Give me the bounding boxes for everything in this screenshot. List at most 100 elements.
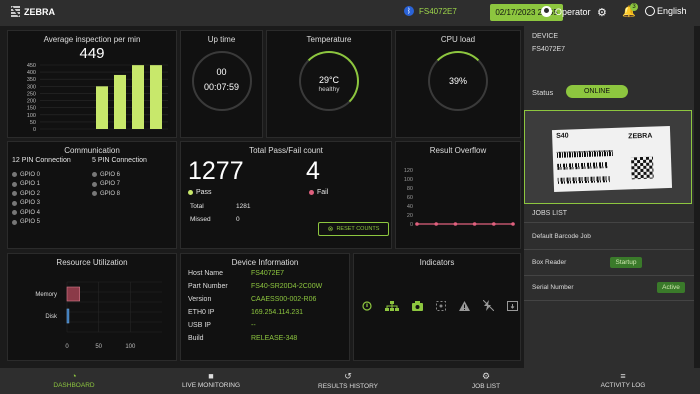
gpio-status-dot [12,181,17,187]
gpio-item: GPIO 0 [12,170,40,180]
flash-icon [483,300,494,311]
gpio-status-dot [92,172,97,178]
pass-count: 1277 [188,157,244,185]
operator-menu[interactable]: Operator [541,6,591,17]
pin12-title: 12 PIN Connection [12,157,71,164]
fail-label: Fail [317,189,329,196]
camera-icon [412,300,423,311]
nav-live-monitoring-label: LIVE MONITORING [181,382,241,389]
overflow-ytick: 40 [407,204,413,210]
nav-live-monitoring[interactable]: ■ LIVE MONITORING [161,371,261,389]
resources-category-label: Disk [45,314,58,320]
temperature-value: 29°C [318,75,340,85]
nav-dashboard[interactable]: ◔ DASHBOARD [24,371,124,389]
label-model-text: S40 [556,132,569,140]
indicator-icons [362,300,518,311]
notification-badge: 3 [630,3,638,11]
overflow-point [434,222,438,226]
device-info-value: FS40-SR20D4-2C00W [251,283,323,290]
operator-label: Operator [555,6,591,17]
gpio-label: GPIO 0 [20,171,41,178]
cpu-panel: CPU load 39% [395,30,521,138]
nav-job-list-label: JOB LIST [471,383,501,390]
gpio-label: GPIO 8 [100,190,121,197]
device-info-key: Host Name [188,270,224,277]
nav-activity-log[interactable]: ≡ ACTIVITY LOG [573,371,673,389]
inspection-bar [132,65,144,129]
inspection-bar [114,74,126,129]
logo-text: ZEBRA [24,6,55,17]
list-icon: ≡ [620,371,626,381]
job-default-barcode[interactable]: Default Barcode Job [532,233,591,240]
fail-legend: Fail [309,189,328,196]
reset-icon: ⊗ [327,226,334,233]
gpio-label: GPIO 3 [20,200,41,207]
inspection-title: Average inspection per min [43,35,141,44]
inspection-ytick: 50 [30,120,36,126]
device-info-value: 169.254.114.231 [251,309,304,316]
communication-title: Communication [64,146,120,155]
inspection-ytick: 150 [27,106,36,112]
gpio-item: GPIO 3 [12,199,40,209]
overflow-ytick: 100 [404,177,413,183]
jobs-list-title: JOBS LIST [532,210,568,217]
resources-panel: Resource Utilization 0 50 100 Memory Disk [7,253,177,361]
box-reader-tag: Startup [610,257,642,268]
overflow-ytick: 60 [407,195,413,201]
language-label: English [657,6,687,16]
header-serial: FS4072E7 [419,6,457,16]
device-camera-preview[interactable]: S40 ZEBRA [524,110,692,204]
uptime-title: Up time [207,35,236,44]
inspection-ytick: 300 [27,84,36,90]
box-label-image: S40 ZEBRA [551,125,673,193]
warning-icon [459,300,470,311]
inspection-bar-chart: 450400350300250 200150100500 [27,63,168,133]
zebra-logo-icon [11,6,20,17]
overflow-point [472,222,477,226]
inspection-ytick: 400 [27,70,36,76]
inspection-ytick: 0 [33,127,36,133]
gpio-status-dot [12,200,17,206]
label-barcode-2 [557,162,608,170]
gpio-label: GPIO 5 [20,219,41,226]
uptime-line1: 00 [216,67,227,77]
device-label: DEVICE [532,33,559,40]
missed-value: 0 [236,216,240,223]
reset-counts-button[interactable]: ⊗ RESET COUNTS [318,222,389,236]
inspection-ytick: 250 [27,91,36,97]
box-reader-label[interactable]: Box Reader [532,259,566,266]
resources-xtick: 0 [65,344,69,350]
gpio-item: GPIO 7 [92,180,120,190]
serial-number-label[interactable]: Serial Number [532,284,574,291]
resources-xtick: 50 [95,344,102,350]
video-icon: ■ [208,371,214,381]
jobs-divider-1 [524,249,694,250]
inspection-bar [150,65,162,129]
inspection-bar [96,86,108,129]
label-qr-code [630,156,654,180]
device-info-value: FS4072E7 [251,270,285,277]
nav-results-history[interactable]: ↺ RESULTS HISTORY [298,371,398,390]
gpio-item: GPIO 5 [12,218,40,228]
passfail-panel: Total Pass/Fail count 1277 4 Pass Fail T… [180,141,392,249]
uptime-line2: 00:07:59 [203,82,240,92]
nav-job-list[interactable]: ⚙ JOB LIST [436,371,536,390]
user-icon [541,6,552,17]
bluetooth-icon[interactable]: ᛒ [404,6,414,16]
gear-icon: ⚙ [481,371,491,381]
jobs-divider-3 [524,300,694,301]
resources-bar [66,308,70,324]
fail-dot [309,190,314,195]
gpio-item: GPIO 1 [12,180,40,190]
language-selector[interactable]: English [645,6,687,16]
settings-gear-icon[interactable]: ⚙ [597,6,607,19]
label-barcode-3 [557,176,610,184]
gpio-status-dot [12,191,17,197]
device-info-key: USB IP [188,322,211,329]
uptime-ring [192,51,252,111]
gpio-item: GPIO 6 [92,170,120,180]
overflow-ytick: 120 [404,168,413,174]
target-icon [436,300,446,311]
reset-label: RESET COUNTS [336,226,380,232]
cpu-value: 39% [448,76,467,86]
